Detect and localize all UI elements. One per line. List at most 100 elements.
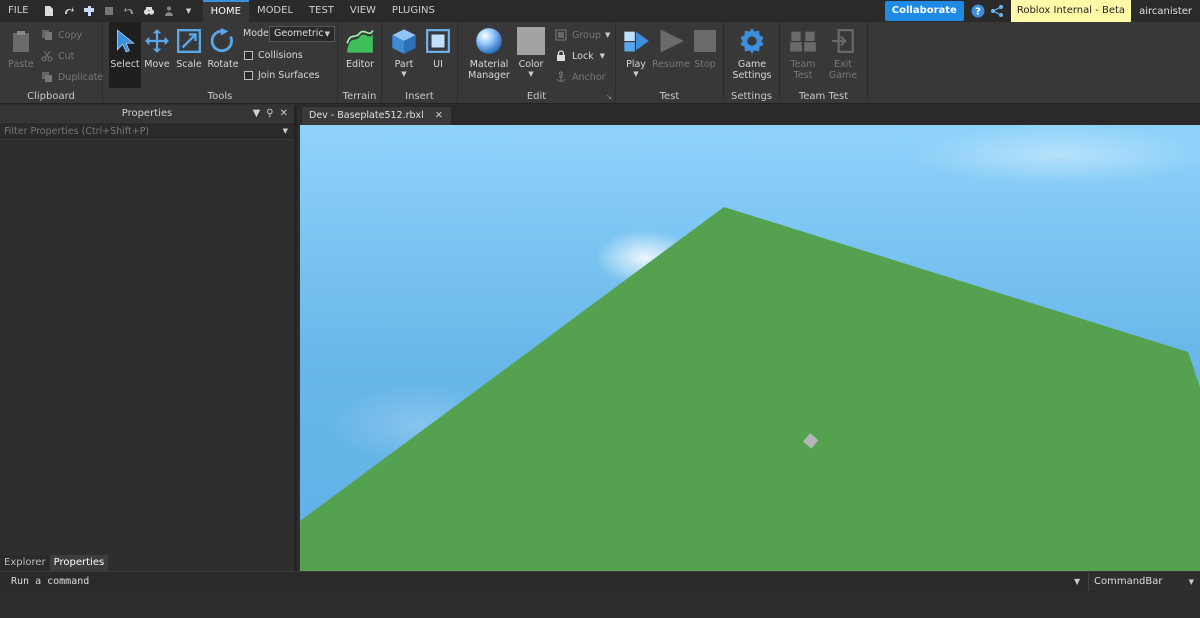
move-arrows-icon [142,26,172,56]
duplicate-label: Duplicate [58,71,104,83]
team-icon [788,26,818,56]
anchor-button[interactable]: Anchor [554,70,605,84]
user-name[interactable]: aircanister [1131,6,1200,17]
undo-icon[interactable] [121,0,137,22]
play-label: Play [626,59,646,70]
exit-game-button[interactable]: Exit Game [826,26,860,81]
paste-label: Paste [8,59,34,70]
play-button[interactable]: Play ▼ [620,26,652,78]
duplicate-button[interactable]: Duplicate [40,70,103,84]
edit-group-label: Edit [526,91,547,102]
collisions-toggle[interactable]: Collisions [244,50,303,61]
filter-dropdown-icon[interactable]: ▼ [283,123,288,140]
part-label: Part [394,59,414,70]
person-icon[interactable] [161,0,177,22]
publish-icon[interactable] [81,0,97,22]
part-button[interactable]: Part ▼ [388,26,420,78]
properties-title: Properties [121,108,173,119]
mode-label: Mode: [243,28,272,39]
tab-view[interactable]: VIEW [342,0,384,22]
color-dropdown-icon[interactable]: ▼ [514,70,548,78]
close-icon[interactable]: ✕ [435,110,443,121]
binoculars-icon[interactable] [141,0,157,22]
close-icon[interactable]: ✕ [280,105,288,122]
customize-dropdown-icon[interactable]: ▼ [181,0,197,22]
color-button[interactable]: Color ▼ [514,26,548,78]
ui-button[interactable]: UI [422,26,454,70]
part-dropdown-icon[interactable]: ▼ [388,70,420,78]
svg-text:?: ? [975,7,981,18]
rotate-tool-button[interactable]: Rotate [205,26,241,70]
color-label: Color [518,59,544,70]
material-sphere-icon [474,26,504,56]
cloud [910,125,1200,185]
play-dropdown-icon[interactable]: ▼ [620,70,652,78]
help-icon[interactable]: ? [970,3,986,19]
tab-home[interactable]: HOME [202,0,249,22]
document-tab[interactable]: Dev - Baseplate512.rbxl ✕ [302,107,451,125]
pin-icon[interactable]: ⚲ [266,105,273,122]
resume-button[interactable]: Resume [652,26,690,70]
paste-button[interactable]: Paste [6,26,36,70]
command-history-dropdown-icon[interactable]: ▼ [1074,572,1080,592]
chevron-down-icon[interactable]: ▼ [253,105,261,122]
share-icon[interactable] [989,3,1005,19]
gear-icon [737,26,767,56]
color-swatch-icon [516,26,546,56]
terrain-editor-button[interactable]: Editor [342,26,378,70]
cut-label: Cut [58,50,75,62]
stop-icon[interactable] [101,0,117,22]
3d-viewport[interactable] [300,125,1200,571]
collisions-checkbox[interactable] [244,51,253,60]
group-label: Group [572,29,601,41]
team-test-button[interactable]: Team Test [786,26,820,81]
filter-placeholder: Filter Properties (Ctrl+Shift+P) [4,126,150,137]
material-manager-button[interactable]: Material Manager [466,26,512,81]
resume-play-icon [656,26,686,56]
move-tool-button[interactable]: Move [141,26,173,70]
command-input[interactable]: Run a command [11,572,89,592]
edit-group: Material Manager Color ▼ Group ▼ Lock ▼ … [458,22,616,104]
edit-settings-launcher-icon[interactable]: ↘ [606,93,612,101]
document-tab-label: Dev - Baseplate512.rbxl [309,110,424,121]
tab-explorer[interactable]: Explorer [0,555,50,571]
team-test-group: Team Test Exit Game Team Test [780,22,868,104]
insert-group-label: Insert [405,91,434,102]
tab-plugins[interactable]: PLUGINS [384,0,443,22]
tab-properties[interactable]: Properties [49,555,109,571]
join-surfaces-checkbox[interactable] [244,71,253,80]
join-surfaces-toggle[interactable]: Join Surfaces [244,70,319,81]
rotate-label: Rotate [207,59,239,70]
copy-button[interactable]: Copy [40,28,82,42]
panel-controls: ▼ ⚲ ✕ [253,105,288,122]
settings-group-label: Settings [730,91,772,102]
test-group-label: Test [659,91,680,102]
ribbon-toolbar: Paste Copy Cut Duplicate Clipboard Selec… [0,22,1200,104]
group-button[interactable]: Group ▼ [554,28,610,42]
anchor-icon [554,70,568,84]
game-settings-label-2: Settings [732,70,772,81]
collaborate-button[interactable]: Collaborate [884,1,964,21]
copy-icon [40,28,54,42]
stop-button[interactable]: Stop [690,26,720,70]
command-target-value: CommandBar [1094,576,1163,587]
filter-properties-input[interactable]: Filter Properties (Ctrl+Shift+P) ▼ [0,122,294,140]
ui-frame-icon [423,26,453,56]
mode-dropdown[interactable]: Geometric ▼ [269,26,335,42]
exit-door-icon [828,26,858,56]
command-target-select[interactable]: CommandBar ▼ [1088,573,1200,591]
tab-model[interactable]: MODEL [249,0,301,22]
game-settings-button[interactable]: Game Settings [732,26,772,81]
lock-button[interactable]: Lock ▼ [554,49,605,63]
tab-test[interactable]: TEST [301,0,342,22]
cut-button[interactable]: Cut [40,49,74,63]
file-menu[interactable]: FILE [0,0,39,22]
command-bar: Run a command ▼ CommandBar ▼ [0,571,1200,592]
game-settings-label-1: Game [737,59,767,70]
copy-label: Copy [58,29,83,41]
select-tool-button[interactable]: Select [109,22,141,88]
new-file-icon[interactable] [41,0,57,22]
clipboard-icon [6,26,36,56]
scale-tool-button[interactable]: Scale [173,26,205,70]
redo-icon[interactable] [61,0,77,22]
